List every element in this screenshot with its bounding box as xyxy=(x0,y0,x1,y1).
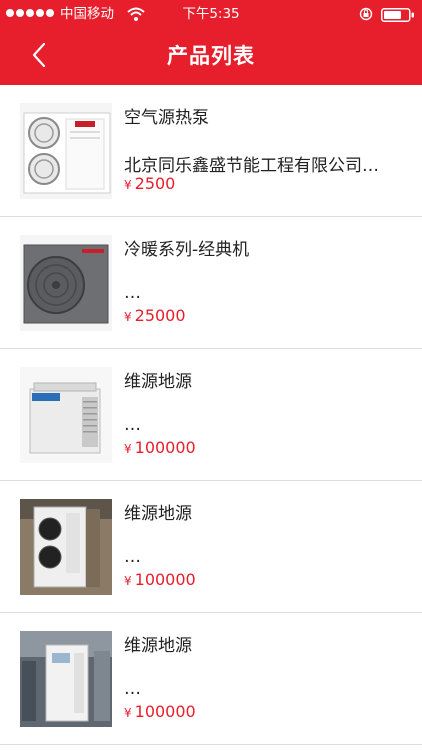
product-name: 维源地源 xyxy=(124,504,192,524)
product-description: … xyxy=(124,415,141,435)
product-price: ¥100000 xyxy=(124,702,196,721)
product-item[interactable]: 冷暖系列-经典机 … ¥25000 xyxy=(0,217,422,349)
currency-symbol: ¥ xyxy=(124,310,132,324)
product-item[interactable]: 维源地源 … ¥100000 xyxy=(0,349,422,481)
currency-symbol: ¥ xyxy=(124,706,132,720)
currency-symbol: ¥ xyxy=(124,574,132,588)
product-image xyxy=(20,499,112,595)
page-title: 产品列表 xyxy=(167,44,255,68)
currency-symbol: ¥ xyxy=(124,178,132,192)
product-item[interactable]: 空气源热泵 北京同乐鑫盛节能工程有限公司… ¥2500 xyxy=(0,85,422,217)
product-name: 维源地源 xyxy=(124,372,192,392)
product-price: ¥100000 xyxy=(124,438,196,457)
product-name: 维源地源 xyxy=(124,636,192,656)
nav-bar: 产品列表 xyxy=(0,28,422,85)
product-description: … xyxy=(124,283,141,303)
price-value: 100000 xyxy=(134,702,196,721)
price-value: 100000 xyxy=(134,570,196,589)
price-value: 100000 xyxy=(134,438,196,457)
product-price: ¥100000 xyxy=(124,570,196,589)
product-image xyxy=(20,235,112,331)
currency-symbol: ¥ xyxy=(124,442,132,456)
status-bar: 中国移动 下午5:35 xyxy=(0,0,422,28)
product-price: ¥25000 xyxy=(124,306,186,325)
product-image xyxy=(20,631,112,727)
screen: 中国移动 下午5:35 产品列表 空气源热泵 北京同乐鑫盛节能工程有限公司… ¥… xyxy=(0,0,422,750)
product-image xyxy=(20,367,112,463)
header: 中国移动 下午5:35 产品列表 xyxy=(0,0,422,85)
product-item[interactable]: 维源地源 … ¥100000 xyxy=(0,613,422,745)
product-item[interactable]: 维源地源 … ¥100000 xyxy=(0,481,422,613)
product-image xyxy=(20,103,112,199)
product-list: 空气源热泵 北京同乐鑫盛节能工程有限公司… ¥2500 冷暖系列-经典机 … ¥… xyxy=(0,85,422,750)
rotation-lock-icon xyxy=(359,7,373,21)
product-name: 空气源热泵 xyxy=(124,108,209,128)
chevron-left-icon xyxy=(32,42,46,68)
battery-icon xyxy=(381,8,414,22)
price-value: 25000 xyxy=(134,306,186,325)
product-description: … xyxy=(124,679,141,699)
product-description: … xyxy=(124,547,141,567)
product-name: 冷暖系列-经典机 xyxy=(124,240,250,260)
back-button[interactable] xyxy=(22,38,56,72)
product-description: 北京同乐鑫盛节能工程有限公司… xyxy=(124,156,379,176)
product-price: ¥2500 xyxy=(124,174,175,193)
price-value: 2500 xyxy=(134,174,176,193)
